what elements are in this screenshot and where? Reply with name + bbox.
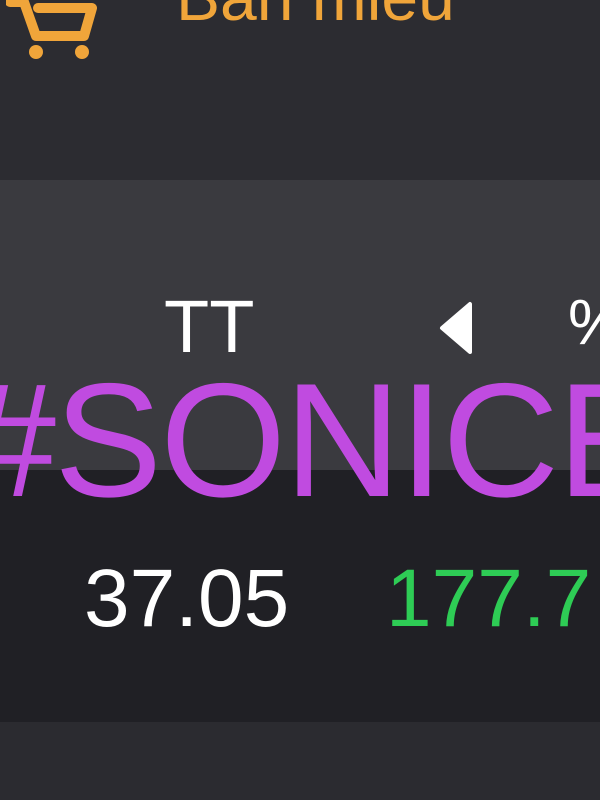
top-bar: Ban mieu xyxy=(0,0,600,180)
column-header-percent[interactable]: % xyxy=(568,290,600,354)
triangle-left-icon[interactable] xyxy=(436,300,474,356)
bottom-row xyxy=(0,722,600,800)
hashtag-overlay: #SONICE xyxy=(0,350,600,531)
shopping-cart-icon[interactable] xyxy=(6,0,100,64)
change-value: 177.7 xyxy=(386,553,592,644)
screen: Ban mieu TT % 37.05 177.7 #SONICE xyxy=(0,0,600,800)
brand-title: Ban mieu xyxy=(176,0,455,30)
price-value: 37.05 xyxy=(84,553,290,644)
